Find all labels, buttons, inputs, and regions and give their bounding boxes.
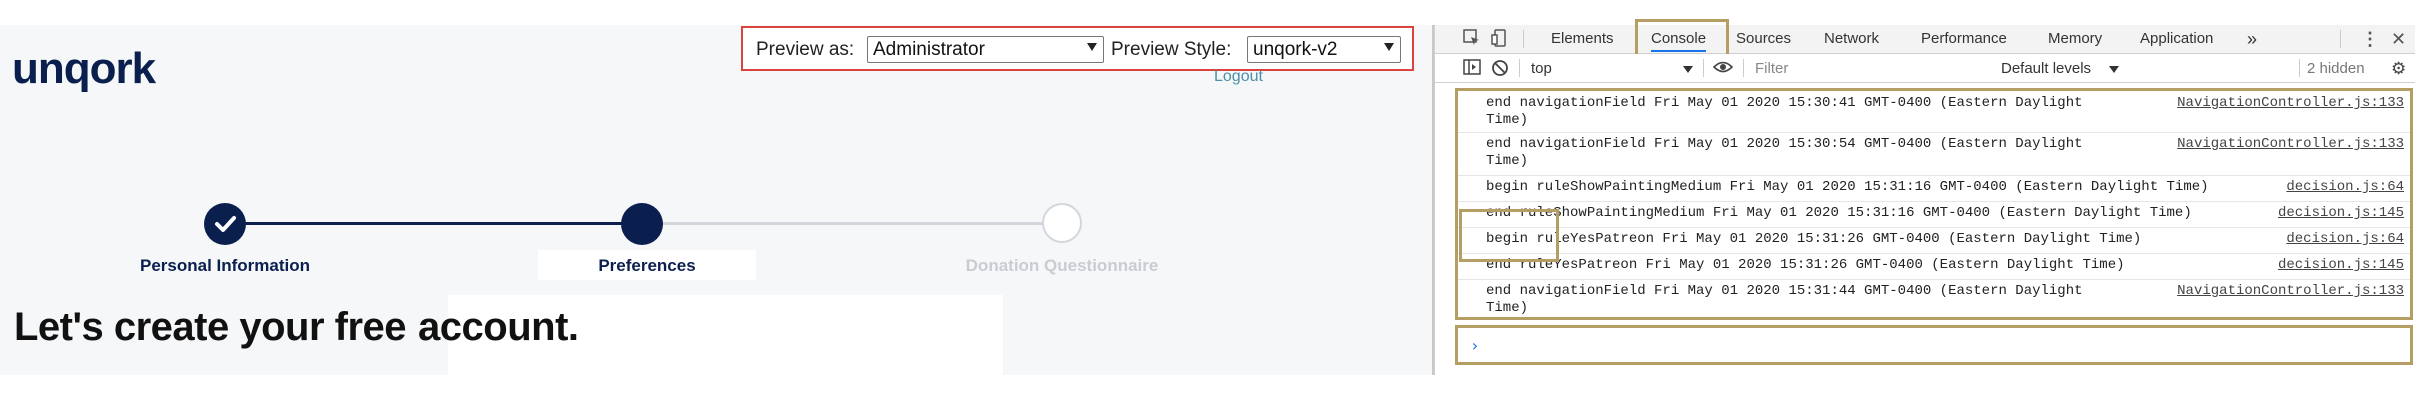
console-message: end ruleYesPatreon Fri May 01 2020 15:31… [1458,253,2410,280]
tab-performance[interactable]: Performance [1921,28,2007,50]
console-message-source[interactable]: decision.js:145 [2278,205,2404,222]
kebab-menu-icon[interactable]: ⋮ [2361,29,2379,50]
divider [1703,59,1704,77]
page-title-part1: Let's create your free [14,305,407,349]
app-page: unqork Preview as: Administrator Preview… [0,0,1432,393]
console-message: end navigationField Fri May 01 2020 15:3… [1458,132,2410,176]
console-message: end ruleShowPaintingMedium Fri May 01 20… [1458,201,2410,228]
console-message: end navigationField Fri May 01 2020 15:3… [1458,279,2410,317]
divider [2299,59,2300,77]
console-message: begin ruleShowPaintingMedium Fri May 01 … [1458,175,2410,202]
gear-icon[interactable]: ⚙ [2391,59,2406,79]
step-donation-questionnaire[interactable] [1042,203,1082,243]
divider [2340,30,2341,48]
more-tabs-icon[interactable]: » [2247,28,2257,50]
preview-style-value: unqork-v2 [1253,39,1338,60]
console-message-text: begin ruleShowPaintingMedium Fri May 01 … [1486,179,2209,195]
logout-link[interactable]: Logout [1214,68,1263,86]
page-title-part2: account. [418,305,579,349]
tab-elements[interactable]: Elements [1551,28,1614,50]
context-select[interactable]: top [1523,54,1699,82]
console-input[interactable]: › [1455,325,2413,365]
tab-network[interactable]: Network [1824,28,1879,50]
console-message: end navigationField Fri May 01 2020 15:3… [1458,91,2410,133]
console-message-text: end ruleYesPatreon Fri May 01 2020 15:31… [1486,257,2125,273]
chevron-down-icon [1087,43,1097,51]
device-toolbar-icon[interactable] [1491,29,1509,52]
divider [1519,59,1520,77]
console-messages: end navigationField Fri May 01 2020 15:3… [1455,88,2413,320]
console-message-text: end navigationField Fri May 01 2020 15:3… [1486,136,2083,169]
preview-style-label: Preview Style: [1111,39,1232,60]
sidebar-toggle-icon[interactable] [1463,59,1481,80]
close-icon[interactable]: ✕ [2391,29,2406,50]
context-value: top [1531,60,1552,77]
divider [1523,30,1524,48]
step-personal-information[interactable] [204,203,246,245]
console-message: begin ruleYesPatreon Fri May 01 2020 15:… [1458,227,2410,254]
preview-style-select[interactable]: unqork-v2 [1247,36,1401,63]
unqork-logo: unqork [12,44,156,93]
preview-controls: Preview as: Administrator Preview Style:… [741,26,1414,71]
filter-input[interactable]: Filter [1755,60,1788,77]
page-title: Let's create your free account. [14,305,579,350]
divider [1743,59,1744,77]
step-label-personal-information: Personal Information [139,256,311,275]
chevron-down-icon [1384,43,1394,51]
tab-sources[interactable]: Sources [1736,28,1791,50]
console-message-text: end ruleShowPaintingMedium Fri May 01 20… [1486,205,2192,221]
devtools-tabbar: Elements Console Sources Network Perform… [1435,19,2415,59]
clear-console-icon[interactable] [1491,59,1509,82]
console-message-source[interactable]: decision.js:145 [2278,257,2404,274]
preview-as-label: Preview as: [756,39,855,60]
console-message-source[interactable]: decision.js:64 [2286,231,2404,248]
console-toolbar: top Filter Default levels 2 hidden ⚙ [1435,54,2415,83]
console-message-source[interactable]: NavigationController.js:133 [2177,95,2404,112]
console-tab-highlight [1635,19,1729,59]
rule-name-highlight [1459,209,1559,262]
stepper-line-upcoming [642,222,1062,225]
log-levels-value: Default levels [2001,60,2092,77]
step-preferences[interactable] [621,203,663,245]
stepper-line-complete [225,222,642,225]
chevron-down-icon [1683,66,1693,73]
tab-application[interactable]: Application [2140,28,2213,50]
console-message-source[interactable]: NavigationController.js:133 [2177,136,2404,153]
eye-icon[interactable] [1712,59,1734,80]
console-message-text: begin ruleYesPatreon Fri May 01 2020 15:… [1486,231,2142,247]
log-levels-select[interactable]: Default levels [2001,54,2119,82]
step-label-donation-questionnaire: Donation Questionnaire [965,256,1159,275]
inspect-element-icon[interactable] [1463,29,1481,52]
console-message-source[interactable]: decision.js:64 [2286,179,2404,196]
step-label-preferences: Preferences [598,256,696,275]
console-message-source[interactable]: NavigationController.js:133 [2177,283,2404,300]
check-icon [215,216,236,232]
prompt-chevron-icon: › [1470,336,1480,355]
tab-memory[interactable]: Memory [2048,28,2102,50]
chevron-down-icon [2109,66,2119,73]
console-message-text: end navigationField Fri May 01 2020 15:3… [1486,283,2083,316]
preview-as-select[interactable]: Administrator [867,36,1104,63]
console-message-text: end navigationField Fri May 01 2020 15:3… [1486,95,2083,128]
preview-as-value: Administrator [873,39,985,60]
devtools-panel: Elements Console Sources Network Perform… [1434,19,2415,375]
hidden-count: 2 hidden [2307,60,2365,77]
